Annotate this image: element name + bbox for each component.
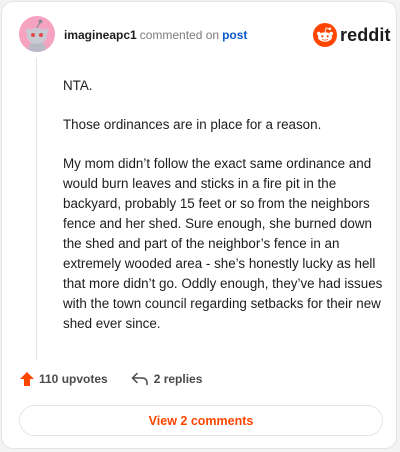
- reddit-snoo-icon: [313, 23, 337, 47]
- username[interactable]: imagineapc1: [64, 28, 137, 42]
- action-text: commented on: [139, 28, 220, 42]
- reddit-logo[interactable]: reddit: [313, 23, 391, 47]
- snoo-avatar-icon: [19, 16, 55, 52]
- upvote-count: 110 upvotes: [39, 372, 108, 386]
- thread-line: [36, 58, 37, 360]
- comment-paragraph: My mom didn’t follow the exact same ordi…: [63, 156, 383, 331]
- comment-card: imagineapc1 commented on post reddit NTA. …: [1, 1, 397, 449]
- comment-body: NTA. Those ordinances are in place for a…: [63, 76, 385, 353]
- replies-count: 2 replies: [153, 372, 203, 386]
- reddit-wordmark: reddit: [340, 24, 391, 45]
- upvote-arrow-icon: [20, 372, 34, 386]
- view-comments-button[interactable]: View 2 comments: [19, 405, 383, 436]
- reply-arrow-icon: [131, 372, 148, 386]
- comment-header: imagineapc1 commented on post: [64, 27, 247, 43]
- comment-paragraph: NTA.: [63, 78, 93, 93]
- user-avatar[interactable]: [19, 16, 55, 52]
- comment-paragraph: Those ordinances are in place for a reas…: [63, 117, 322, 132]
- upvote-button[interactable]: 110 upvotes: [19, 371, 108, 387]
- comment-footer: 110 upvotes 2 replies: [19, 371, 202, 387]
- post-link[interactable]: post: [222, 28, 247, 42]
- replies-button[interactable]: 2 replies: [131, 372, 203, 386]
